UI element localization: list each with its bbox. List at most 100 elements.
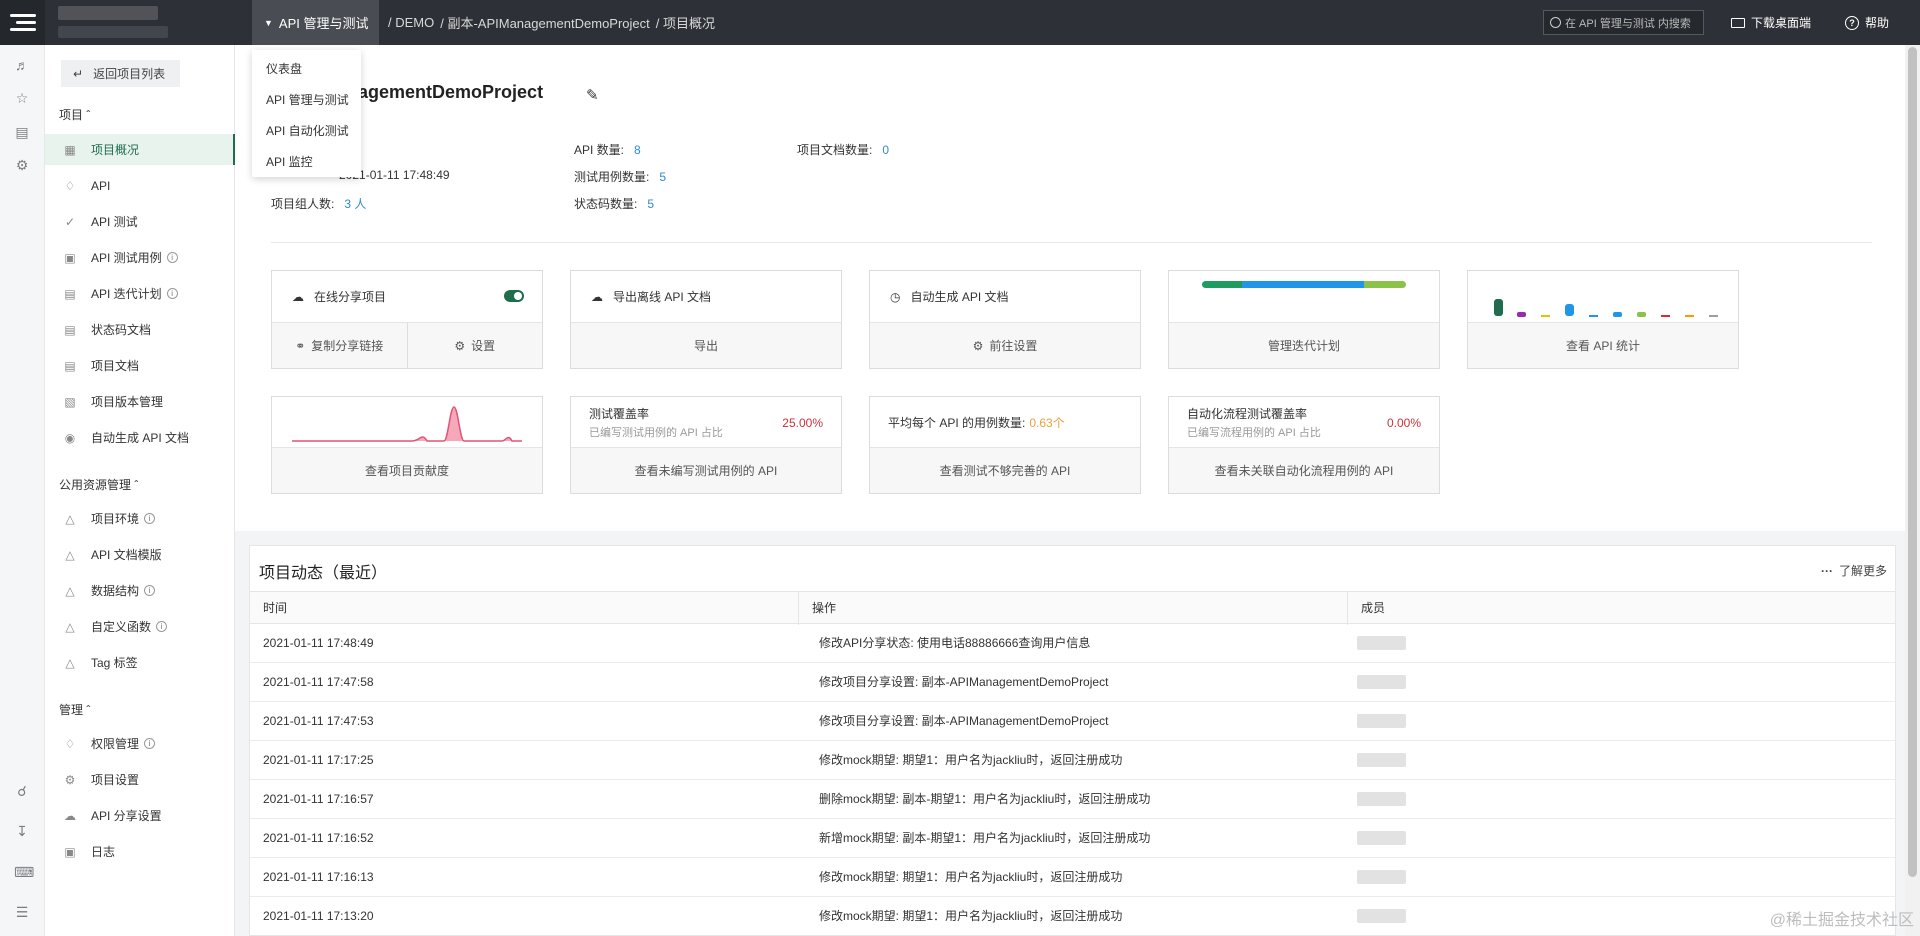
view-api-stats-button[interactable]: 查看 API 统计 [1468,323,1738,368]
sidebar-item-project-settings[interactable]: ⚙ 项目设置 [45,764,235,795]
column-header-operation[interactable]: 操作 [799,592,1348,625]
sidebar-item-auto-docs[interactable]: ◉ 自动生成 API 文档 [45,422,235,453]
lightning-icon: ✓ [64,214,76,229]
section-title-public[interactable]: 公用资源管理 ˆ [59,476,138,493]
star-icon[interactable]: ☆ [14,90,30,106]
blurred-member [1357,792,1406,806]
page-scrollbar[interactable] [1905,45,1920,936]
sidebar-item-doc-template[interactable]: △ API 文档模版 [45,539,235,570]
keyboard-icon[interactable]: ⌨ [14,864,34,880]
blurred-member [1357,909,1406,923]
sidebar-item-test-cases[interactable]: ▣ API 测试用例 i [45,242,235,273]
test-coverage-card: 测试覆盖率 已编写测试用例的 API 占比 25.00% 查看未编写测试用例的 … [570,396,842,494]
members-link[interactable]: 3 人 [344,197,366,211]
top-bar: ▼ API 管理与测试 / DEMO / 副本-APIManagementDem… [0,0,1920,45]
doc-count-link[interactable]: 0 [882,143,889,157]
headset-icon[interactable]: ☌ [14,783,30,799]
coverage-label: 测试覆盖率 [589,406,650,421]
export-button[interactable]: 导出 [571,323,841,368]
sidebar-item-custom-functions[interactable]: △ 自定义函数 i [45,611,235,642]
back-to-projects-button[interactable]: ↵ 返回项目列表 [61,60,180,87]
info-icon: i [144,738,156,749]
versions-icon: ▧ [64,394,76,409]
api-count-link[interactable]: 8 [634,143,641,157]
sidebar-item-share-settings[interactable]: ☁ API 分享设置 [45,800,235,831]
sidebar-item-label: 项目文档 [91,359,140,373]
sidebar-item-label: API 分享设置 [91,809,162,823]
iteration-card: 管理迭代计划 [1168,270,1440,369]
row-operation: 修改API分享状态: 使用电话88886666查询用户信息 [819,636,1091,650]
app-logo-icon[interactable] [0,0,45,45]
coverage-value: 25.00% [782,416,823,430]
robot-icon: ◉ [64,430,76,445]
module-switcher-button[interactable]: ▼ API 管理与测试 [252,0,379,45]
gear-icon[interactable]: ⚙ [14,157,30,173]
search-input[interactable]: 在 API 管理与测试 内搜索 [1543,10,1704,35]
view-unlinked-apis-button[interactable]: 查看未关联自动化流程用例的 API [1169,448,1439,493]
blurred-team-name [58,6,158,20]
view-contribution-button[interactable]: 查看项目贡献度 [272,448,542,493]
sidebar-item-label: Tag 标签 [91,656,138,670]
manage-iteration-button[interactable]: 管理迭代计划 [1169,323,1439,368]
bell-icon[interactable]: ♬ [14,57,30,73]
folder-icon[interactable]: ▤ [14,124,30,140]
breadcrumb-team[interactable]: / DEMO [388,15,434,30]
blurred-member [1357,675,1406,689]
chevron-down-icon: ▼ [264,17,273,28]
section-title-project[interactable]: 项目 ˆ [59,106,90,123]
table-row: 2021-01-11 17:16:52 新增mock期望: 副本-期望1：用户名… [250,819,1895,858]
sidebar-item-label: 权限管理 [91,737,140,751]
learn-more-link[interactable]: ··· 了解更多 [1821,562,1887,579]
sidebar-item-versions[interactable]: ▧ 项目版本管理 [45,386,235,417]
sidebar-item-data-structure[interactable]: △ 数据结构 i [45,575,235,606]
document-icon: ▤ [64,358,76,373]
breadcrumb-project[interactable]: / 副本-APIManagementDemoProject [440,13,650,32]
download-desktop-button[interactable]: 下载桌面端 [1731,0,1811,45]
blurred-member [1357,753,1406,767]
go-settings-button[interactable]: ⚙ 前往设置 [870,323,1140,368]
status-count-link[interactable]: 5 [647,197,654,211]
sidebar-item-overview[interactable]: ▦ 项目概况 [45,134,235,165]
view-weak-apis-button[interactable]: 查看测试不够完善的 API [870,448,1140,493]
sidebar-item-tags[interactable]: △ Tag 标签 [45,647,235,678]
row-time: 2021-01-11 17:47:58 [263,675,374,689]
column-header-member[interactable]: 成员 [1348,592,1895,625]
api-stats-mini-chart [1494,298,1718,317]
sidebar-item-api-test[interactable]: ✓ API 测试 [45,206,235,237]
help-button[interactable]: ? 帮助 [1845,0,1889,45]
section-title-manage[interactable]: 管理 ˆ [59,701,90,718]
sidebar-item-project-docs[interactable]: ▤ 项目文档 [45,350,235,381]
row-operation: 修改mock期望: 期望1：用户名为jackliu时，返回注册成功 [819,753,1123,767]
scrollbar-thumb[interactable] [1908,47,1917,877]
cloud-download-icon: ☁ [591,289,603,304]
gear-icon: ⚙ [454,338,466,353]
case-count-link[interactable]: 5 [659,170,666,184]
menu-item-api-monitor[interactable]: API 监控 [252,147,361,178]
export-card-title: 导出离线 API 文档 [613,290,712,304]
overview-icon: ▦ [64,142,76,157]
row-time: 2021-01-11 17:16:52 [263,831,374,845]
sidebar-item-log[interactable]: ▣ 日志 [45,836,235,867]
share-toggle[interactable] [504,290,524,302]
menu-icon[interactable]: ☰ [14,904,30,920]
coverage-sub: 已编写测试用例的 API 占比 [589,426,723,439]
page-title: anagementDemoProject [337,82,544,102]
sidebar-item-environment[interactable]: △ 项目环境 i [45,503,235,534]
api-count: API 数量: 8 [574,143,641,157]
sidebar-item-permissions[interactable]: ♢ 权限管理 i [45,728,235,759]
sidebar-item-status-codes[interactable]: ▤ 状态码文档 [45,314,235,345]
menu-item-api-automation[interactable]: API 自动化测试 [252,116,361,147]
column-header-time[interactable]: 时间 [250,592,799,625]
cloud-icon: ☁ [292,289,304,304]
sidebar-item-iteration[interactable]: ▤ API 迭代计划 i [45,278,235,309]
download-icon[interactable]: ↧ [14,823,30,839]
share-settings-button[interactable]: ⚙ 设置 [408,323,543,368]
view-untested-apis-button[interactable]: 查看未编写测试用例的 API [571,448,841,493]
row-operation: 修改mock期望: 期望1：用户名为jackliu时，返回注册成功 [819,870,1123,884]
menu-item-api-management[interactable]: API 管理与测试 [252,85,361,116]
menu-item-dashboard[interactable]: 仪表盘 [252,54,361,85]
sidebar-item-api[interactable]: ♢ API [45,170,235,201]
copy-share-link-button[interactable]: ⚭ 复制分享链接 [272,323,408,368]
sidebar-item-label: API 迭代计划 [91,287,162,301]
edit-pencil-icon[interactable]: ✎ [586,86,599,104]
